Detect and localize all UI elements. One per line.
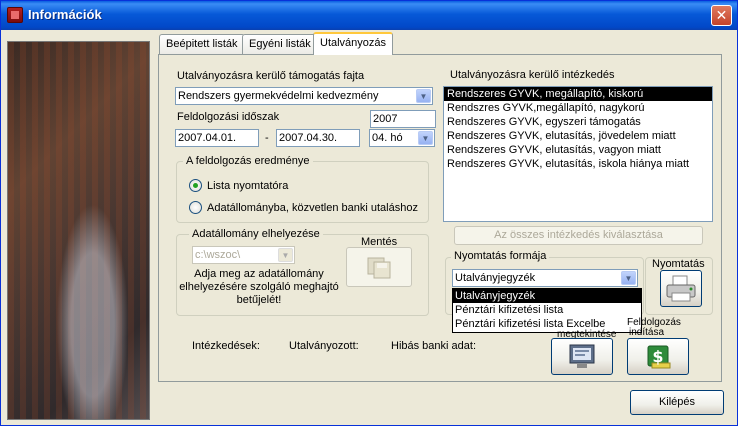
- monitor-icon: [569, 344, 595, 368]
- exit-button[interactable]: Kilépés: [630, 390, 724, 415]
- print-form-value: Utalványjegyzék: [455, 272, 536, 284]
- print-form-select[interactable]: Utalványjegyzék ▼: [452, 269, 638, 287]
- start-processing-button[interactable]: $: [627, 338, 689, 375]
- radio-print-label: Lista nyomtatóra: [207, 180, 289, 192]
- list-item[interactable]: Rendszeres GYVK, elutasítás, vagyon miat…: [444, 143, 712, 157]
- window: Információk ✕ Beépitett listák Egyéni li…: [0, 0, 738, 426]
- support-type-value: Rendszers gyermekvédelmi kedvezmény: [178, 90, 379, 102]
- chevron-down-icon[interactable]: ▼: [278, 248, 293, 262]
- date-from-input[interactable]: 2007.04.01.: [175, 129, 259, 147]
- dollar-icon: $: [647, 345, 671, 369]
- radio-file[interactable]: [189, 201, 202, 214]
- measures-list[interactable]: Rendszeres GYVK, megállapító, kiskorú Re…: [443, 86, 713, 222]
- month-value: 04. hó: [372, 132, 403, 144]
- file-path-select[interactable]: c:\wszoc\ ▼: [192, 246, 295, 264]
- radio-file-label: Adatállományba, közvetlen banki utalásho…: [207, 202, 418, 214]
- save-disk-icon: [367, 257, 391, 279]
- period-label: Feldolgozási időszak: [177, 111, 280, 123]
- printer-icon: [666, 275, 696, 302]
- processing-label-2: indítása: [629, 327, 665, 338]
- file-path-value: c:\wszoc\: [195, 249, 241, 261]
- close-button[interactable]: ✕: [711, 5, 732, 26]
- chevron-down-icon[interactable]: ▼: [416, 89, 431, 103]
- file-location-title: Adatállomány elhelyezése: [189, 228, 323, 240]
- tab-vouchering[interactable]: Utalványozás: [313, 32, 394, 55]
- side-decoration-image: [7, 41, 150, 420]
- print-form-dropdown: Utalványjegyzék Pénztári kifizetési list…: [452, 288, 642, 333]
- title-bar: Információk ✕: [1, 1, 737, 30]
- tab-custom-lists[interactable]: Egyéni listák: [242, 34, 318, 54]
- dropdown-option[interactable]: Pénztári kifizetési lista: [453, 303, 641, 317]
- list-item[interactable]: Rendszres GYVK,megállapító, nagykorú: [444, 101, 712, 115]
- tab-builtin-lists[interactable]: Beépitett listák: [159, 34, 245, 54]
- support-type-label: Utalványozásra kerülő támogatás fajta: [177, 70, 365, 82]
- date-to-input[interactable]: 2007.04.30.: [276, 129, 360, 147]
- file-hint: Adja meg az adatállomány elhelyezésére s…: [179, 268, 339, 306]
- list-item[interactable]: Rendszeres GYVK, elutasítás, iskola hián…: [444, 157, 712, 171]
- list-item[interactable]: Rendszeres GYVK, egyszeri támogatás: [444, 115, 712, 129]
- vouchered-label: Utalványozott:: [289, 340, 359, 352]
- print-form-title: Nyomtatás formája: [451, 250, 550, 262]
- dropdown-option[interactable]: Utalványjegyzék: [453, 289, 641, 303]
- measures-label: Utalványozásra kerülő intézkedés: [450, 69, 615, 81]
- chevron-down-icon[interactable]: ▼: [418, 131, 433, 145]
- print-button[interactable]: [660, 270, 702, 307]
- window-title: Információk: [28, 7, 102, 22]
- select-all-button[interactable]: Az összes intézkedés kiválasztása: [454, 226, 703, 245]
- list-item[interactable]: Rendszeres GYVK, elutasítás, jövedelem m…: [444, 129, 712, 143]
- radio-print[interactable]: [189, 179, 202, 192]
- date-separator: -: [265, 132, 269, 144]
- result-group-title: A feldolgozás eredménye: [183, 155, 313, 167]
- support-type-select[interactable]: Rendszers gyermekvédelmi kedvezmény ▼: [175, 87, 433, 105]
- measures-count-label: Intézkedések:: [192, 340, 260, 352]
- bank-error-label: Hibás banki adat:: [391, 340, 476, 352]
- year-input[interactable]: 2007: [370, 110, 436, 128]
- print-label: Nyomtatás: [652, 258, 705, 270]
- app-icon: [7, 7, 23, 23]
- display-button[interactable]: [551, 338, 613, 375]
- chevron-down-icon[interactable]: ▼: [621, 271, 636, 285]
- list-item[interactable]: Rendszeres GYVK, megállapító, kiskorú: [444, 87, 712, 101]
- svg-text:$: $: [652, 347, 663, 366]
- save-button[interactable]: [346, 247, 412, 287]
- month-select[interactable]: 04. hó ▼: [369, 129, 435, 147]
